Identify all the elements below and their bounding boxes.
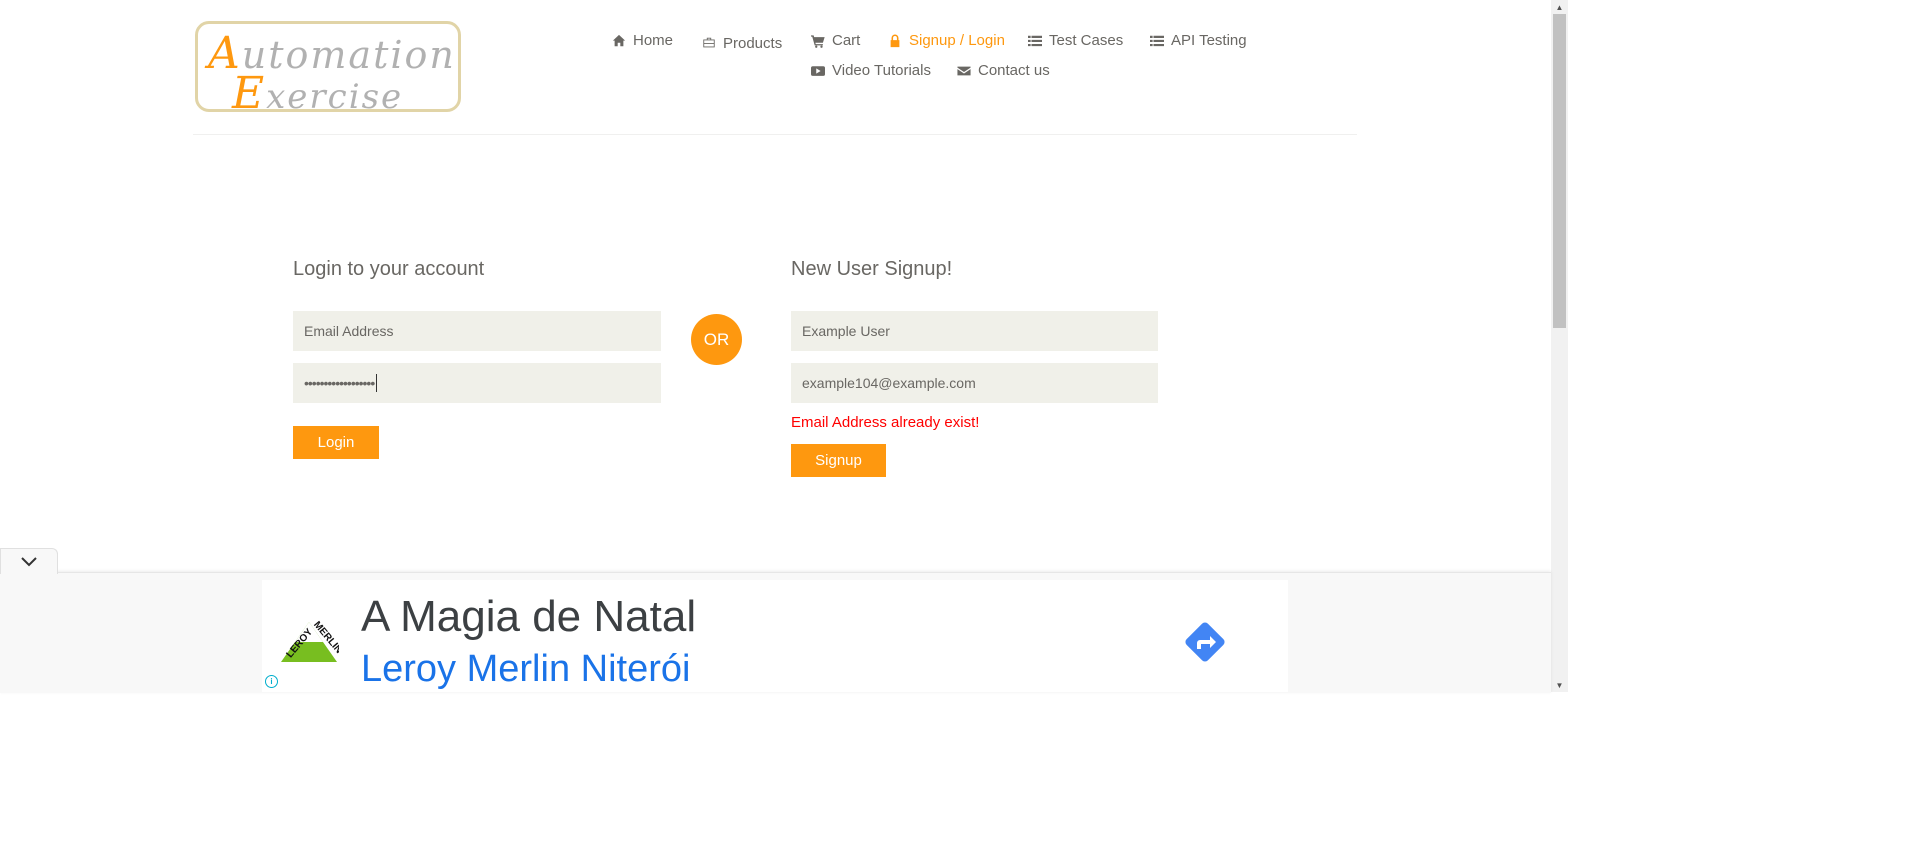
home-icon <box>612 34 626 46</box>
signup-name-input[interactable]: Example User <box>791 311 1158 351</box>
signup-button[interactable]: Signup <box>791 444 886 477</box>
chevron-down-icon <box>21 556 37 566</box>
nav-test-cases[interactable]: Test Cases <box>1028 32 1123 49</box>
nav-signup-login[interactable]: Signup / Login <box>888 32 1005 49</box>
nav-home-label: Home <box>633 32 674 49</box>
youtube-play-icon <box>811 65 825 76</box>
directions-arrow-icon[interactable] <box>1182 619 1228 665</box>
nav-cart[interactable]: Cart <box>811 32 860 49</box>
list-icon <box>1150 35 1164 46</box>
text-caret <box>376 374 378 392</box>
scrollbar-thumb[interactable] <box>1553 14 1566 328</box>
nav-products-label: Products <box>723 35 783 52</box>
logo-line-2: Exercise <box>232 68 403 119</box>
nav-products[interactable]: Products <box>702 33 782 52</box>
or-divider: OR <box>691 314 742 365</box>
signup-email-value: example104@example.com <box>802 375 976 391</box>
ad-subline[interactable]: Leroy Merlin Niterói <box>361 648 690 691</box>
nav-api-testing-label: API Testing <box>1171 32 1247 49</box>
list-icon <box>1028 35 1042 46</box>
cart-icon <box>811 34 825 48</box>
signup-title: New User Signup! <box>791 258 953 280</box>
header-divider <box>193 134 1357 135</box>
login-title: Login to your account <box>293 258 485 280</box>
ad-collapse-toggle[interactable] <box>0 548 58 574</box>
briefcase-icon <box>703 37 715 47</box>
signup-error-message: Email Address already exist! <box>791 414 980 431</box>
nav-video-tutorials[interactable]: Video Tutorials <box>811 62 931 79</box>
scroll-up-arrow-icon[interactable]: ▲ <box>1551 0 1568 14</box>
nav-home[interactable]: Home <box>612 32 673 49</box>
lock-icon <box>890 33 900 47</box>
ad-headline[interactable]: A Magia de Natal <box>361 592 696 642</box>
login-password-input[interactable]: •••••••••••••••••• <box>293 363 661 403</box>
nav-contact-us-label: Contact us <box>978 62 1050 79</box>
login-button[interactable]: Login <box>293 426 379 459</box>
leroy-merlin-logo[interactable]: LEROY MERLIN <box>279 620 339 664</box>
signup-email-input[interactable]: example104@example.com <box>791 363 1158 403</box>
site-logo[interactable]: Automation Exercise <box>195 21 461 119</box>
envelope-icon <box>957 66 971 75</box>
logo-cap-e: E <box>232 68 267 119</box>
nav-api-testing[interactable]: API Testing <box>1150 32 1247 49</box>
login-password-value: •••••••••••••••••• <box>304 375 375 391</box>
scroll-down-arrow-icon[interactable]: ▼ <box>1551 678 1568 692</box>
nav-video-tutorials-label: Video Tutorials <box>832 62 931 79</box>
login-email-input[interactable] <box>293 311 661 351</box>
nav-signup-login-label: Signup / Login <box>909 32 1005 49</box>
signup-name-value: Example User <box>802 323 890 339</box>
nav-cart-label: Cart <box>832 32 861 49</box>
logo-text-exercise: xercise <box>266 77 404 117</box>
nav-contact-us[interactable]: Contact us <box>957 62 1050 79</box>
ad-info-icon[interactable]: i <box>265 675 278 688</box>
nav-test-cases-label: Test Cases <box>1049 32 1124 49</box>
